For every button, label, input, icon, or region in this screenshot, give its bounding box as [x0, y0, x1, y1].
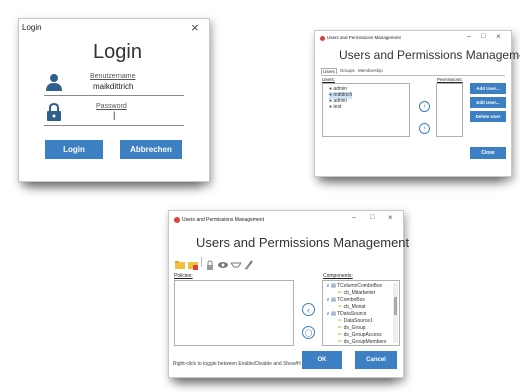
users-close-button[interactable]: × — [496, 32, 501, 41]
users-maximize-button[interactable]: □ — [481, 33, 485, 40]
username-label: Benutzername — [90, 73, 136, 80]
ok-button[interactable]: OK — [302, 351, 342, 369]
tree-node[interactable]: ✏ ds_Group — [338, 325, 366, 332]
user-icon — [46, 73, 62, 91]
permissions-close-button[interactable]: × — [388, 213, 393, 222]
tree-node[interactable]: ∨ ▤ TComboBox — [326, 297, 365, 304]
scrollbar-thumb[interactable] — [394, 297, 397, 315]
toolbar-separator — [201, 257, 202, 267]
app-icon — [320, 36, 325, 41]
edit-user-button[interactable]: Edit User... — [470, 97, 506, 108]
add-user-button[interactable]: Add User... — [470, 83, 506, 94]
login-heading: Login — [93, 41, 142, 63]
lock-icon[interactable] — [205, 257, 215, 270]
password-label: Password — [96, 103, 127, 110]
tab-membership[interactable]: Membership — [358, 68, 383, 73]
delete-user-button[interactable]: Delete User — [470, 111, 506, 122]
login-button[interactable]: Login — [45, 140, 103, 159]
username-field[interactable]: maikdittrich — [93, 82, 133, 91]
tree-node[interactable]: ✏ ds_GroupAccess — [338, 332, 382, 339]
permissions-maximize-button[interactable]: □ — [370, 214, 374, 221]
users-window-title: Users and Permissions Management — [327, 35, 401, 40]
tab-groups[interactable]: Groups — [340, 68, 355, 73]
hide-icon[interactable] — [230, 257, 242, 268]
tree-node[interactable]: ✏ DataSource1 — [338, 318, 373, 325]
tree-node[interactable]: ✏ cb_Mitarbeiter — [338, 290, 375, 297]
users-minimize-button[interactable]: – — [467, 33, 471, 40]
policies-list[interactable] — [174, 280, 294, 346]
permissions-window-title: Users and Permissions Management — [182, 217, 264, 223]
login-close-button[interactable]: × — [191, 20, 199, 35]
permissions-label: Permissions: — [437, 77, 463, 82]
components-label: Components: — [323, 273, 353, 279]
components-tree[interactable]: ∨ ▤ TColumnComboBox ✏ cb_Mitarbeiter ∨ ▤… — [322, 280, 400, 346]
users-list-item[interactable]: ● test — [329, 104, 341, 111]
remove-button[interactable]: ◯ — [302, 326, 315, 339]
close-button[interactable]: Close — [470, 147, 506, 159]
permissions-list[interactable] — [436, 83, 463, 137]
eye-icon[interactable] — [218, 257, 228, 268]
permissions-window: Users and Permissions Management – □ × U… — [168, 210, 409, 378]
password-underline — [44, 125, 184, 126]
move-left-button[interactable]: ‹ — [302, 303, 315, 316]
tree-node[interactable]: ∨ ▤ TColumnComboBox — [326, 283, 382, 290]
username-underline — [44, 95, 184, 96]
hint-text: Right-click to toggle between Enable/Dis… — [173, 361, 301, 367]
tree-node[interactable]: ∨ ▤ TDataSource — [326, 311, 367, 318]
policies-label: Policies: — [174, 273, 193, 279]
app-icon — [174, 217, 180, 223]
move-right-button[interactable]: › — [419, 123, 430, 134]
disable-icon[interactable] — [244, 257, 254, 270]
password-field[interactable]: | — [113, 110, 115, 120]
open-folder-icon[interactable] — [175, 257, 185, 269]
users-list[interactable]: ● admin ● mdittrich ● admin ● test — [322, 83, 410, 137]
save-folder-icon[interactable] — [188, 257, 198, 270]
users-label: Users: — [322, 77, 336, 82]
login-window-title: Login — [22, 23, 42, 32]
lock-icon — [47, 102, 61, 121]
tree-scrollbar[interactable] — [393, 283, 398, 343]
tree-node[interactable]: ✏ cb_Monat — [338, 304, 366, 311]
tree-node[interactable]: ✏ ds_GroupMembers — [338, 339, 386, 345]
users-window: Users and Permissions Management – □ × U… — [314, 30, 520, 177]
login-window: Login × Login Benutzername maikdittrich … — [18, 18, 210, 182]
tab-users[interactable]: Users — [321, 68, 337, 74]
cancel-button[interactable]: Abbrechen — [120, 140, 182, 159]
permissions-heading: Users and Permissions Management — [196, 235, 410, 250]
permissions-minimize-button[interactable]: – — [352, 214, 356, 221]
cancel-button[interactable]: Cancel — [355, 351, 397, 369]
users-heading: Users and Permissions Management — [339, 48, 520, 62]
tab-divider — [321, 75, 505, 76]
move-left-button[interactable]: ‹ — [419, 101, 430, 112]
